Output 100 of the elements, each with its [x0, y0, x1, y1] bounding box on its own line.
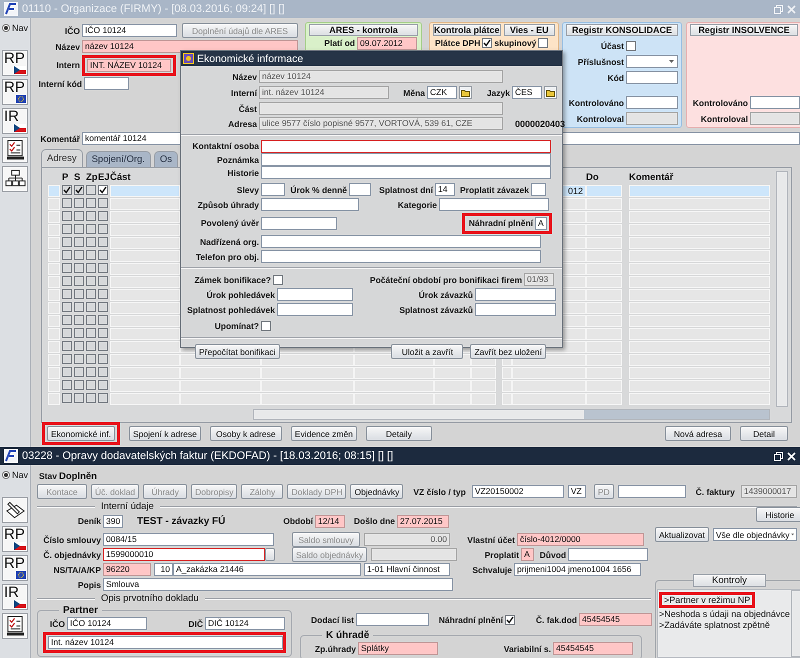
checkbox[interactable]	[86, 340, 96, 350]
text-field[interactable]: int. název 10124	[259, 86, 389, 99]
text-field[interactable]	[261, 235, 541, 248]
text-field[interactable]: Splátky	[358, 642, 438, 655]
text-field[interactable]	[84, 77, 129, 90]
checkbox[interactable]	[261, 320, 271, 330]
text-field[interactable]: ulice 9577 číslo popisné 9577, VORTOVÁ, 539 61, CZE	[259, 117, 503, 130]
text-field[interactable]	[259, 102, 503, 115]
checkbox[interactable]	[62, 314, 72, 324]
lookup-button[interactable]	[459, 86, 472, 99]
checkbox[interactable]	[74, 224, 84, 234]
text-field[interactable]: 12/14	[315, 514, 345, 528]
checkbox[interactable]	[86, 314, 96, 324]
checkbox[interactable]	[74, 262, 84, 272]
nav-button[interactable]	[2, 497, 28, 523]
text-field[interactable]: INT. NÁZEV 10124	[87, 58, 171, 72]
button[interactable]: Přepočítat bonifikaci	[195, 344, 280, 359]
checkbox[interactable]	[86, 198, 96, 208]
checkbox[interactable]	[98, 302, 108, 312]
checkbox[interactable]	[86, 288, 96, 298]
text-field[interactable]	[750, 96, 800, 109]
checkbox[interactable]	[98, 340, 108, 350]
text-field[interactable]: 01/93	[524, 273, 554, 286]
checkbox[interactable]	[62, 210, 72, 220]
checkbox[interactable]	[62, 288, 72, 298]
checkbox[interactable]	[74, 210, 84, 220]
button[interactable]: Detaily	[366, 426, 432, 441]
text-field[interactable]	[618, 485, 686, 498]
checkbox[interactable]	[86, 236, 96, 246]
button[interactable]: Objednávky	[350, 484, 404, 499]
checkbox[interactable]	[505, 614, 515, 624]
text-field[interactable]	[750, 112, 800, 125]
text-field[interactable]	[261, 216, 337, 230]
checkbox[interactable]	[74, 288, 84, 298]
text-field[interactable]: prijmeni1004 jmeno1004 1656	[514, 563, 641, 576]
checkbox[interactable]	[86, 302, 96, 312]
text-field[interactable]	[475, 303, 556, 316]
text-field[interactable]: 10	[154, 563, 173, 576]
button[interactable]: Nová adresa	[665, 426, 731, 441]
text-field[interactable]	[261, 198, 359, 211]
checkbox[interactable]	[86, 392, 96, 402]
checkbox[interactable]	[98, 354, 108, 364]
text-field[interactable]: 96220	[103, 563, 151, 576]
checkbox[interactable]	[74, 185, 84, 195]
text-field[interactable]: 1-01 Hlavní činnost	[364, 563, 450, 576]
checkbox[interactable]	[62, 392, 72, 402]
checkbox[interactable]	[74, 366, 84, 376]
checkbox[interactable]	[98, 276, 108, 286]
text-field[interactable]: 45454545	[553, 642, 633, 655]
checkbox[interactable]	[86, 366, 96, 376]
lookup-button[interactable]	[544, 86, 557, 99]
text-field[interactable]: IČO 10124	[67, 617, 147, 630]
text-field[interactable]: A	[535, 216, 547, 230]
checkbox[interactable]	[273, 274, 283, 284]
checkbox[interactable]	[86, 354, 96, 364]
text-field[interactable]: CZK	[427, 86, 457, 99]
checkbox[interactable]	[538, 38, 548, 48]
text-field[interactable]	[626, 96, 678, 109]
text-field[interactable]	[277, 303, 353, 316]
checkbox[interactable]	[86, 210, 96, 220]
checkbox[interactable]	[86, 328, 96, 338]
checkbox[interactable]	[98, 380, 108, 390]
checkbox[interactable]	[98, 250, 108, 260]
text-field[interactable]: název 10124	[259, 70, 503, 83]
text-field[interactable]: 0.00	[364, 533, 450, 546]
checkbox[interactable]	[86, 262, 96, 272]
text-field[interactable]	[277, 288, 353, 301]
text-field[interactable]: A	[521, 548, 534, 561]
nav-button[interactable]: RP	[2, 526, 28, 552]
checkbox[interactable]	[62, 302, 72, 312]
checkbox[interactable]	[74, 340, 84, 350]
nav-button[interactable]: IR	[2, 108, 28, 134]
text-field[interactable]	[371, 548, 458, 561]
checkbox[interactable]	[74, 314, 84, 324]
lookup-button[interactable]	[265, 548, 275, 561]
checkbox[interactable]	[74, 392, 84, 402]
radio-button[interactable]	[2, 24, 10, 32]
text-field[interactable]: 0084/15	[103, 533, 274, 546]
checkbox[interactable]	[98, 236, 108, 246]
checkbox[interactable]	[86, 184, 96, 194]
button[interactable]: Zavřít bez uložení	[470, 344, 546, 359]
tab[interactable]: Spojení/Org.	[86, 151, 151, 167]
checkbox[interactable]	[62, 354, 72, 364]
text-field[interactable]	[531, 183, 546, 196]
dropdown[interactable]	[626, 55, 678, 68]
checkbox[interactable]	[62, 198, 72, 208]
text-field[interactable]: 14	[435, 183, 455, 196]
text-field[interactable]: 1439000017	[740, 485, 797, 498]
text-field[interactable]: VZ20150002	[472, 485, 564, 498]
text-field[interactable]: Smlouva	[103, 578, 453, 591]
checkbox[interactable]	[98, 262, 108, 272]
checkbox[interactable]	[98, 224, 108, 234]
checkbox[interactable]	[74, 302, 84, 312]
text-field[interactable]: IČO 10124	[82, 24, 177, 37]
text-field[interactable]	[439, 198, 549, 211]
text-field[interactable]: 45454545	[579, 613, 652, 626]
button[interactable]: Aktualizovat	[655, 527, 709, 542]
tab[interactable]: Adresy	[41, 149, 83, 167]
text-field[interactable]: VZ	[568, 485, 586, 498]
checkbox[interactable]	[62, 366, 72, 376]
